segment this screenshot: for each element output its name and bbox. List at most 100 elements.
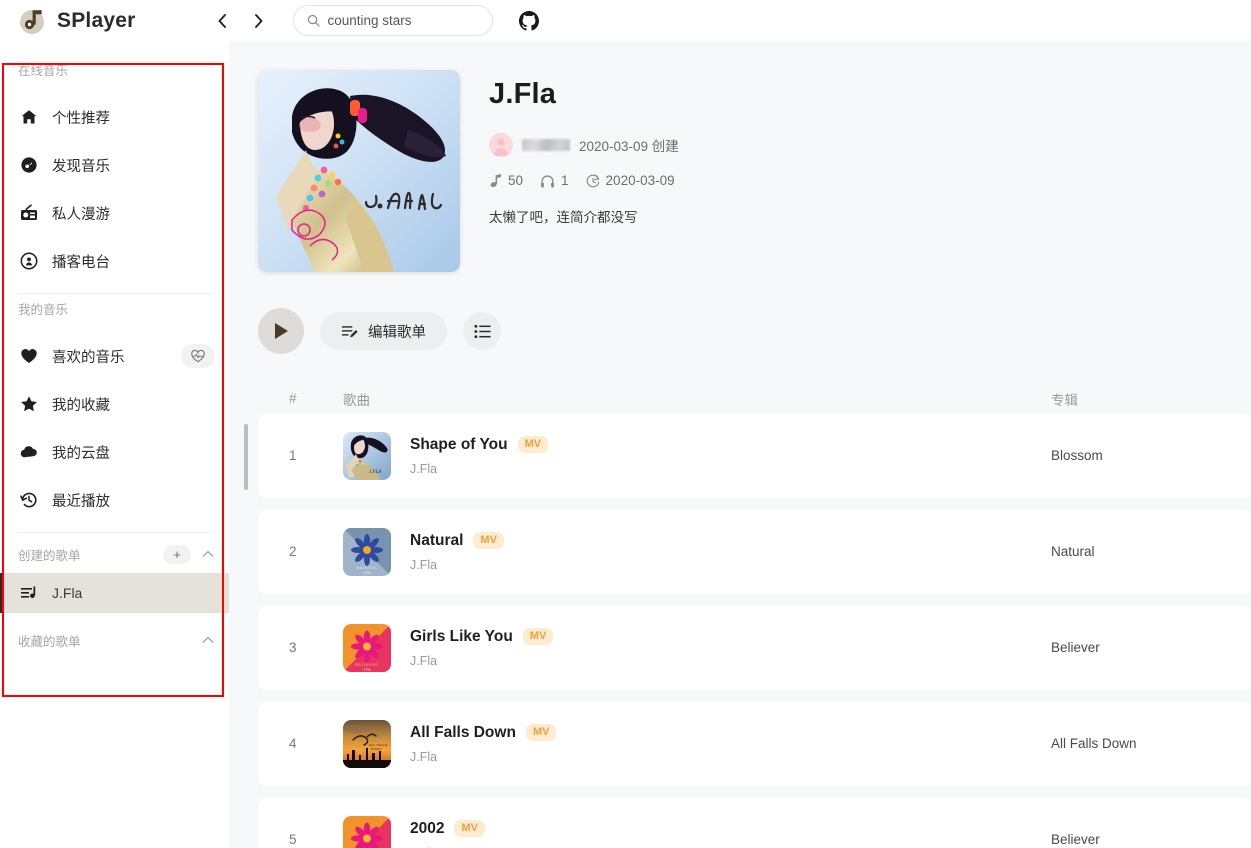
back-button[interactable]	[212, 9, 232, 33]
svg-text:DOWN: DOWN	[371, 747, 382, 751]
song-name: Girls Like You	[410, 627, 513, 645]
cloud-icon	[20, 443, 38, 461]
history-icon	[20, 491, 38, 509]
compass-icon	[20, 156, 38, 174]
user-avatar-icon	[489, 133, 513, 157]
sidebar-item-my-collection[interactable]: 我的收藏	[0, 380, 229, 428]
mv-badge[interactable]: MV	[525, 724, 557, 741]
column-header-index: #	[289, 391, 297, 406]
chevron-up-icon[interactable]	[201, 633, 215, 647]
sidebar-item-recently-played[interactable]: 最近播放	[0, 476, 229, 524]
song-count: 50	[508, 173, 524, 188]
song-name-line: 2002 MV	[410, 820, 485, 838]
row-album: Natural	[1051, 544, 1095, 559]
mv-badge[interactable]: MV	[473, 532, 504, 549]
song-artist: J.Fla	[410, 557, 438, 572]
podcast-icon	[20, 252, 38, 270]
nav-arrows	[212, 9, 268, 33]
playlist-cover-art	[258, 70, 460, 272]
song-thumbnail[interactable]: BELIEVER J.Fla	[343, 815, 391, 848]
row-song-cell: BELIEVER J.Fla 2002 MV J.Fla	[343, 815, 1051, 848]
sidebar-item-label: 个性推荐	[52, 110, 110, 127]
song-thumbnail[interactable]: BELIEVER J.Fla	[343, 623, 391, 672]
song-table: # 歌曲 专辑 1 J.FLA Shape of You MV J.Fla Bl…	[258, 384, 1251, 848]
sidebar-section-created-playlists: 创建的歌单 +	[0, 541, 229, 567]
svg-text:J.FLA: J.FLA	[369, 470, 382, 475]
forward-button[interactable]	[248, 9, 268, 33]
song-info: Girls Like You MV J.Fla	[410, 627, 554, 668]
song-name: Shape of You	[410, 435, 508, 453]
table-row[interactable]: 4 ALL FALLS DOWN All Falls Down MV J.Fla…	[258, 701, 1251, 786]
playlist-header: J.Fla 2020-03-09 创建 50 1 2020-03-09 太懒了吧…	[258, 70, 1251, 272]
row-song-cell: J.FLA Shape of You MV J.Fla	[343, 431, 1051, 480]
album-art-jfla-portrait: J.FLA	[343, 431, 391, 480]
chevron-left-icon	[218, 13, 226, 28]
song-artist: J.Fla	[410, 461, 438, 476]
radio-icon	[20, 204, 38, 222]
scrollbar-thumb[interactable]	[244, 424, 248, 490]
playlist-description: 太懒了吧，连简介都没写	[489, 210, 638, 225]
song-thumbnail[interactable]: NATURAL J.Fla	[343, 527, 391, 576]
sidebar-item-personalized[interactable]: 个性推荐	[0, 93, 229, 141]
page-title: J.Fla	[489, 78, 557, 110]
sidebar-section-title-collected: 收藏的歌单	[18, 634, 81, 649]
song-thumbnail[interactable]: ALL FALLS DOWN	[343, 719, 391, 768]
edit-playlist-icon	[341, 325, 358, 337]
headphone-icon	[540, 174, 555, 187]
song-name: All Falls Down	[410, 723, 516, 741]
mv-badge[interactable]: MV	[522, 628, 554, 645]
list-icon	[473, 324, 491, 338]
chevron-up-icon[interactable]	[201, 547, 215, 561]
sidebar-item-label: 播客电台	[52, 254, 110, 271]
chevron-right-icon	[255, 13, 263, 28]
github-icon[interactable]	[519, 10, 540, 31]
playlist-icon	[20, 584, 38, 602]
app-logo[interactable]: SPlayer	[19, 7, 135, 35]
sidebar-playlist-jfla[interactable]: J.Fla	[0, 573, 229, 613]
search-icon	[308, 14, 321, 27]
top-bar: SPlayer counting stars	[0, 0, 1251, 41]
sidebar-item-cloud-disk[interactable]: 我的云盘	[0, 428, 229, 476]
table-row[interactable]: 5 2002 MV Believer	[258, 797, 1251, 848]
album-art-flower-orange-pink: BELIEVER J.Fla	[343, 815, 391, 848]
song-info: All Falls Down MV J.Fla	[410, 723, 557, 764]
row-album: Believer	[1051, 640, 1100, 655]
sidebar-item-private-fm[interactable]: 私人漫游	[0, 189, 229, 237]
playlist-cover[interactable]	[258, 70, 460, 272]
music-disc-logo-icon	[20, 9, 44, 34]
heart-pulse-icon[interactable]	[181, 344, 215, 368]
row-index: 3	[289, 640, 297, 655]
song-name: 2002	[410, 819, 445, 837]
clock-icon	[586, 174, 599, 187]
sidebar-item-label: 最近播放	[52, 493, 110, 510]
sidebar-item-label: 我的收藏	[52, 397, 110, 414]
sidebar-item-discover[interactable]: 发现音乐	[0, 141, 229, 189]
search-input[interactable]: counting stars	[293, 5, 494, 36]
song-name-line: Shape of You MV	[410, 435, 549, 454]
table-row[interactable]: 1 J.FLA Shape of You MV J.Fla Blossom	[258, 413, 1251, 498]
table-row[interactable]: 3 BELIEVER J.Fla Girls Like You MV J.Fla…	[258, 605, 1251, 690]
edit-playlist-button[interactable]: 编辑歌单	[320, 312, 447, 350]
row-index: 4	[289, 736, 297, 751]
play-all-button[interactable]	[258, 308, 304, 354]
avatar[interactable]	[489, 133, 513, 157]
add-playlist-button[interactable]: +	[163, 544, 191, 564]
sidebar-section-collected-playlists: 收藏的歌单	[0, 627, 229, 653]
app-title: SPlayer	[57, 8, 136, 32]
playlist-list-view-button[interactable]	[463, 312, 501, 350]
mv-badge[interactable]: MV	[517, 436, 549, 453]
song-thumbnail[interactable]: J.FLA	[343, 431, 391, 480]
sidebar-item-podcast[interactable]: 播客电台	[0, 237, 229, 285]
music-note-icon	[490, 173, 501, 187]
row-song-cell: ALL FALLS DOWN All Falls Down MV J.Fla	[343, 719, 1051, 768]
sidebar-section-title-mine: 我的音乐	[18, 303, 69, 317]
sidebar-section-title-created: 创建的歌单	[18, 548, 81, 563]
playlist-created-at: 2020-03-09 创建	[579, 139, 679, 154]
table-row[interactable]: 2 NATURAL J.Fla Natural MV J.Fla Natural	[258, 509, 1251, 594]
mv-badge[interactable]: MV	[454, 820, 485, 837]
sidebar-item-liked-music[interactable]: 喜欢的音乐	[0, 332, 229, 380]
playlist-meta: J.Fla 2020-03-09 创建 50 1 2020-03-09 太懒了吧…	[489, 70, 685, 272]
play-icon	[275, 323, 288, 339]
star-icon	[20, 395, 38, 413]
home-icon	[20, 108, 38, 126]
